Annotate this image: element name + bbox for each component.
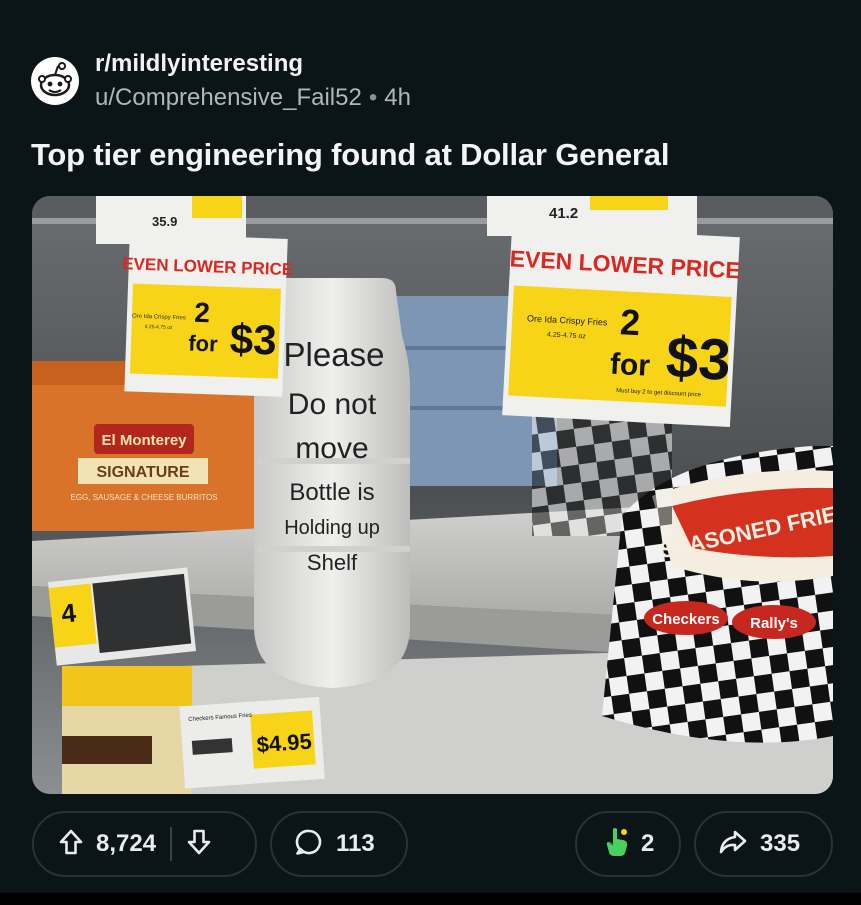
right-sign-price: $3 (664, 325, 732, 393)
left-sign-price: $3 (229, 315, 277, 364)
post-image[interactable]: El Monterey SIGNATURE EGG, SAUSAGE & CHE… (32, 196, 833, 794)
meta-separator: • (368, 84, 378, 111)
comment-count: 113 (336, 830, 375, 857)
post-header: r/mildlyinteresting u/Comprehensive_Fail… (31, 50, 411, 112)
post-time: 4h (384, 84, 411, 111)
upvote-count: 8,724 (96, 830, 157, 857)
right-price-sign: EVEN LOWER PRICE Ore Ida Crispy Fries 4.… (502, 225, 741, 428)
snoo-icon (38, 62, 72, 97)
left-shelf-tag: 4 (48, 567, 197, 666)
bottle-line-6: Shelf (307, 550, 358, 575)
box-line: SIGNATURE (96, 464, 189, 481)
post-action-bar: 8,724 113 2 335 (0, 811, 861, 877)
store-shelf-photo: El Monterey SIGNATURE EGG, SAUSAGE & CHE… (32, 196, 833, 794)
share-button[interactable]: 335 (694, 811, 833, 877)
left-sign-size: 4.25-4.75 oz (145, 324, 173, 331)
bottom-shelf-tag: $4.95 Checkers Famous Fries (179, 696, 325, 789)
left-sign-for: for (188, 331, 219, 357)
award-button[interactable]: 2 (575, 811, 681, 877)
upvote-icon[interactable] (58, 828, 84, 861)
bag-brand-1: Checkers (652, 611, 720, 628)
post-meta: r/mildlyinteresting u/Comprehensive_Fail… (95, 50, 411, 112)
author-username[interactable]: u/Comprehensive_Fail52 (95, 84, 362, 111)
right-sign-for: for (609, 348, 651, 383)
bag-brand-2: Rally's (750, 615, 798, 632)
bottle-line-2: Do not (288, 388, 377, 421)
comment-icon (294, 827, 324, 862)
vote-pill: 8,724 (32, 811, 257, 877)
bottle-line-3: move (295, 432, 368, 465)
bottom-tag-price: $4.95 (256, 729, 313, 758)
right-sign-qty: 2 (619, 301, 641, 343)
share-arrow-icon (718, 828, 748, 861)
top-tag-price-left: 35.9 (152, 214, 177, 229)
subreddit-name[interactable]: r/mildlyinteresting (95, 50, 411, 78)
downvote-icon[interactable] (186, 828, 212, 861)
post-title[interactable]: Top tier engineering found at Dollar Gen… (31, 137, 669, 173)
top-tag-price: 41.2 (549, 205, 578, 222)
bottom-edge (0, 893, 861, 905)
box-sub: EGG, SAUSAGE & CHEESE BURRITOS (71, 493, 218, 502)
subreddit-avatar[interactable] (31, 57, 79, 105)
bottle-line-5: Holding up (284, 517, 380, 539)
box-brand: El Monterey (101, 432, 187, 449)
left-sign-qty: 2 (194, 297, 211, 329)
left-price-sign: EVEN LOWER PRICE 2 for $3 Ore Ida Crispy… (122, 233, 293, 397)
award-hand-icon (603, 826, 631, 863)
award-count: 2 (641, 830, 655, 857)
vote-divider (170, 827, 173, 861)
author-line: u/Comprehensive_Fail52 • 4h (95, 84, 411, 112)
bottle-line-1: Please (284, 336, 385, 373)
comments-button[interactable]: 113 (270, 811, 408, 877)
bottle-line-4: Bottle is (289, 479, 374, 506)
share-count: 335 (760, 830, 801, 857)
